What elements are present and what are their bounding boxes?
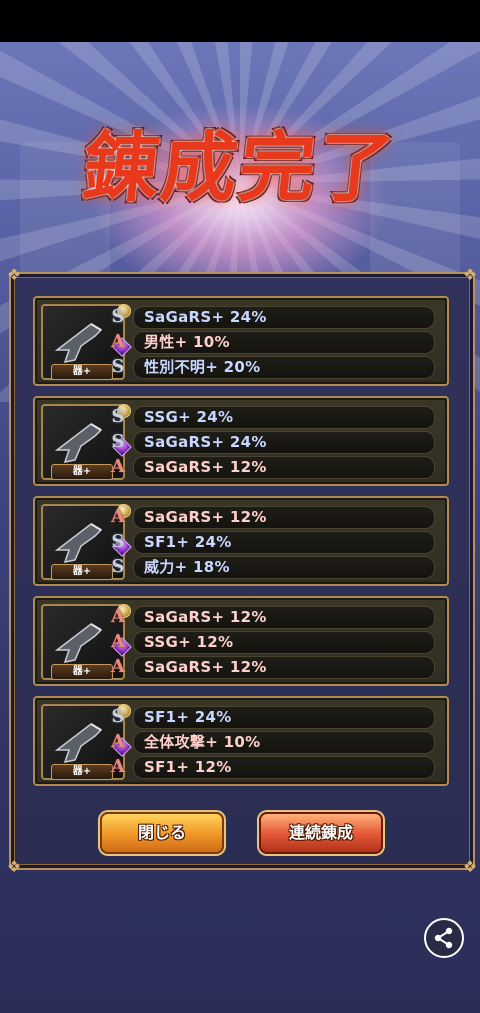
rank-s-icon: S — [111, 556, 125, 577]
stat-row: A SaGaRS+ 12% — [111, 656, 435, 679]
corner-ornament: ❖ — [6, 265, 22, 284]
pistol-icon — [54, 523, 103, 563]
stat-text: SaGaRS+ 12% — [144, 658, 267, 676]
stat-row: A 男性+ 10% — [111, 331, 435, 354]
stat-row: A SaGaRS+ 12% — [111, 606, 435, 629]
stat-text: SaGaRS+ 12% — [144, 608, 267, 626]
stat-text: SSG+ 12% — [144, 633, 234, 651]
result-card[interactable]: 器+ S SaGaRS+ 24% A 男性+ 10% S 性別不明+ 20% — [33, 296, 449, 386]
weapon-badge: 器+ — [51, 564, 113, 580]
stat-text: 威力+ 18% — [144, 558, 230, 576]
stat-row: A SaGaRS+ 12% — [111, 506, 435, 529]
share-button[interactable] — [424, 918, 464, 958]
result-card[interactable]: 器+ A SaGaRS+ 12% A SSG+ 12% A SaGaRS+ 12% — [33, 596, 449, 686]
result-card[interactable]: 器+ S SF1+ 24% A 全体攻撃+ 10% A SF1+ 12% — [33, 696, 449, 786]
rank-a-icon: A — [111, 731, 125, 752]
corner-ornament: ❖ — [6, 857, 22, 876]
stat-text: 全体攻撃+ 10% — [144, 733, 261, 751]
stat-text: SaGaRS+ 12% — [144, 508, 267, 526]
pistol-icon — [54, 323, 103, 363]
stat-text: SSG+ 24% — [144, 408, 234, 426]
stat-row: S SSG+ 24% — [112, 406, 435, 429]
stat-text: SF1+ 24% — [144, 708, 232, 726]
pistol-icon — [54, 723, 103, 763]
status-bar — [0, 0, 480, 42]
corner-ornament: ❖ — [462, 265, 478, 284]
rank-s-icon: S — [111, 706, 125, 727]
stat-text: SF1+ 12% — [144, 758, 232, 776]
stat-row: S 威力+ 18% — [112, 556, 435, 579]
weapon-badge: 器+ — [51, 364, 113, 380]
stat-row: S SF1+ 24% — [112, 706, 435, 729]
page-title: 錬成完了 — [78, 123, 400, 212]
stat-text: SF1+ 24% — [144, 533, 232, 551]
rank-a-icon: A — [111, 606, 125, 627]
weapon-badge: 器+ — [51, 664, 113, 680]
result-card[interactable]: 器+ A SaGaRS+ 12% S SF1+ 24% S 威力+ 18% — [33, 496, 449, 586]
rank-s-icon: S — [111, 306, 125, 327]
rank-s-icon: S — [111, 431, 125, 452]
weapon-badge: 器+ — [51, 764, 113, 780]
stat-row: S SaGaRS+ 24% — [112, 306, 435, 329]
rank-a-icon: A — [111, 756, 125, 777]
stat-row: S 性別不明+ 20% — [112, 356, 435, 379]
close-button[interactable]: 閉じる — [100, 812, 224, 854]
share-icon — [434, 927, 453, 949]
stat-text: SaGaRS+ 12% — [144, 458, 267, 476]
rank-s-icon: S — [111, 356, 125, 377]
weapon-badge: 器+ — [51, 464, 113, 480]
rank-a-icon: A — [111, 656, 125, 677]
rank-a-icon: A — [111, 331, 125, 352]
corner-ornament: ❖ — [462, 857, 478, 876]
stat-text: SaGaRS+ 24% — [144, 308, 267, 326]
pistol-icon — [54, 423, 103, 463]
stat-row: S SF1+ 24% — [112, 531, 435, 554]
repeat-refine-button[interactable]: 連続錬成 — [259, 812, 383, 854]
stat-row: S SaGaRS+ 24% — [112, 431, 435, 454]
stat-text: SaGaRS+ 24% — [144, 433, 267, 451]
rank-s-icon: S — [111, 406, 125, 427]
result-card[interactable]: 器+ S SSG+ 24% S SaGaRS+ 24% A SaGaRS+ 12% — [33, 396, 449, 486]
stat-row: A SaGaRS+ 12% — [111, 456, 435, 479]
rank-s-icon: S — [111, 531, 125, 552]
stat-row: A SF1+ 12% — [111, 756, 435, 779]
stat-text: 性別不明+ 20% — [144, 358, 261, 376]
stat-text: 男性+ 10% — [144, 333, 230, 351]
stat-row: A 全体攻撃+ 10% — [111, 731, 435, 754]
rank-a-icon: A — [111, 506, 125, 527]
rank-a-icon: A — [111, 456, 125, 477]
pistol-icon — [54, 623, 103, 663]
stat-row: A SSG+ 12% — [111, 631, 435, 654]
rank-a-icon: A — [111, 631, 125, 652]
